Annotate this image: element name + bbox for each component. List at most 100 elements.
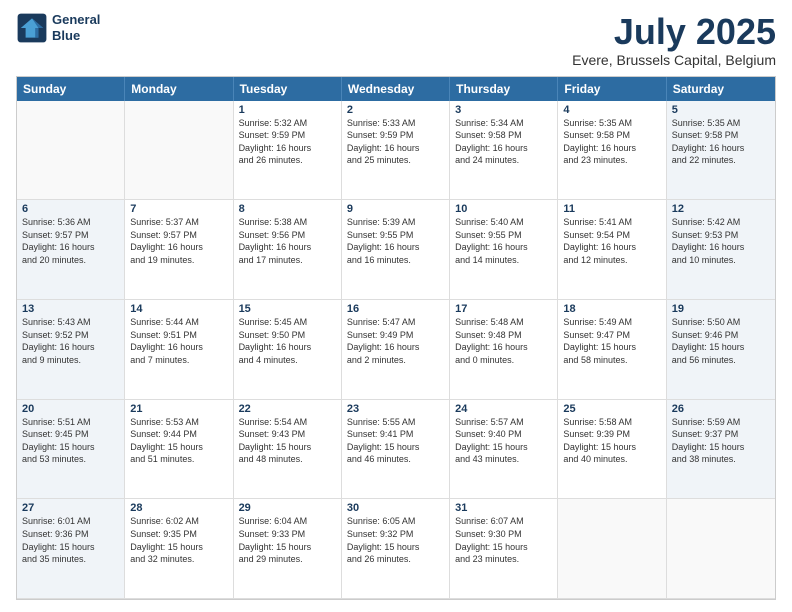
calendar-cell: 28Sunrise: 6:02 AM Sunset: 9:35 PM Dayli… [125,499,233,599]
day-number: 15 [239,303,336,315]
day-number: 2 [347,104,444,116]
cell-info: Sunrise: 5:37 AM Sunset: 9:57 PM Dayligh… [130,216,227,266]
cell-info: Sunrise: 5:34 AM Sunset: 9:58 PM Dayligh… [455,117,552,167]
month-title: July 2025 [572,12,776,52]
cell-info: Sunrise: 5:58 AM Sunset: 9:39 PM Dayligh… [563,416,660,466]
calendar-cell: 4Sunrise: 5:35 AM Sunset: 9:58 PM Daylig… [558,101,666,201]
day-number: 6 [22,203,119,215]
day-number: 18 [563,303,660,315]
day-number: 23 [347,403,444,415]
day-header: Friday [558,77,666,101]
cell-info: Sunrise: 5:50 AM Sunset: 9:46 PM Dayligh… [672,316,770,366]
calendar-cell [558,499,666,599]
calendar-cell: 29Sunrise: 6:04 AM Sunset: 9:33 PM Dayli… [234,499,342,599]
logo-icon [16,12,48,44]
cell-info: Sunrise: 5:49 AM Sunset: 9:47 PM Dayligh… [563,316,660,366]
calendar-cell: 30Sunrise: 6:05 AM Sunset: 9:32 PM Dayli… [342,499,450,599]
calendar-cell: 31Sunrise: 6:07 AM Sunset: 9:30 PM Dayli… [450,499,558,599]
day-header: Sunday [17,77,125,101]
day-number: 5 [672,104,770,116]
cell-info: Sunrise: 5:32 AM Sunset: 9:59 PM Dayligh… [239,117,336,167]
calendar-cell: 9Sunrise: 5:39 AM Sunset: 9:55 PM Daylig… [342,200,450,300]
cell-info: Sunrise: 5:51 AM Sunset: 9:45 PM Dayligh… [22,416,119,466]
cell-info: Sunrise: 5:38 AM Sunset: 9:56 PM Dayligh… [239,216,336,266]
cell-info: Sunrise: 5:36 AM Sunset: 9:57 PM Dayligh… [22,216,119,266]
calendar-cell: 19Sunrise: 5:50 AM Sunset: 9:46 PM Dayli… [667,300,775,400]
calendar-cell [125,101,233,201]
day-number: 8 [239,203,336,215]
calendar-cell: 18Sunrise: 5:49 AM Sunset: 9:47 PM Dayli… [558,300,666,400]
day-number: 31 [455,502,552,514]
day-number: 11 [563,203,660,215]
day-number: 26 [672,403,770,415]
day-number: 30 [347,502,444,514]
day-number: 13 [22,303,119,315]
cell-info: Sunrise: 5:53 AM Sunset: 9:44 PM Dayligh… [130,416,227,466]
day-header: Thursday [450,77,558,101]
day-number: 3 [455,104,552,116]
day-header: Saturday [667,77,775,101]
calendar-cell: 14Sunrise: 5:44 AM Sunset: 9:51 PM Dayli… [125,300,233,400]
calendar-cell: 21Sunrise: 5:53 AM Sunset: 9:44 PM Dayli… [125,400,233,500]
cell-info: Sunrise: 6:04 AM Sunset: 9:33 PM Dayligh… [239,515,336,565]
calendar-cell: 25Sunrise: 5:58 AM Sunset: 9:39 PM Dayli… [558,400,666,500]
calendar-cell [17,101,125,201]
day-number: 16 [347,303,444,315]
day-number: 27 [22,502,119,514]
day-number: 20 [22,403,119,415]
calendar-cell: 5Sunrise: 5:35 AM Sunset: 9:58 PM Daylig… [667,101,775,201]
cell-info: Sunrise: 6:07 AM Sunset: 9:30 PM Dayligh… [455,515,552,565]
calendar-cell: 22Sunrise: 5:54 AM Sunset: 9:43 PM Dayli… [234,400,342,500]
cell-info: Sunrise: 6:05 AM Sunset: 9:32 PM Dayligh… [347,515,444,565]
calendar-cell: 12Sunrise: 5:42 AM Sunset: 9:53 PM Dayli… [667,200,775,300]
cell-info: Sunrise: 5:35 AM Sunset: 9:58 PM Dayligh… [563,117,660,167]
logo: General Blue [16,12,100,44]
cell-info: Sunrise: 5:33 AM Sunset: 9:59 PM Dayligh… [347,117,444,167]
day-number: 28 [130,502,227,514]
cell-info: Sunrise: 5:55 AM Sunset: 9:41 PM Dayligh… [347,416,444,466]
calendar-cell: 26Sunrise: 5:59 AM Sunset: 9:37 PM Dayli… [667,400,775,500]
calendar-cell: 20Sunrise: 5:51 AM Sunset: 9:45 PM Dayli… [17,400,125,500]
calendar-cell: 10Sunrise: 5:40 AM Sunset: 9:55 PM Dayli… [450,200,558,300]
day-header: Wednesday [342,77,450,101]
cell-info: Sunrise: 5:59 AM Sunset: 9:37 PM Dayligh… [672,416,770,466]
calendar-cell: 1Sunrise: 5:32 AM Sunset: 9:59 PM Daylig… [234,101,342,201]
day-number: 1 [239,104,336,116]
calendar-cell: 11Sunrise: 5:41 AM Sunset: 9:54 PM Dayli… [558,200,666,300]
day-number: 29 [239,502,336,514]
day-number: 10 [455,203,552,215]
calendar-cell: 3Sunrise: 5:34 AM Sunset: 9:58 PM Daylig… [450,101,558,201]
calendar-cell: 2Sunrise: 5:33 AM Sunset: 9:59 PM Daylig… [342,101,450,201]
cell-info: Sunrise: 5:41 AM Sunset: 9:54 PM Dayligh… [563,216,660,266]
title-area: July 2025 Evere, Brussels Capital, Belgi… [572,12,776,68]
day-header: Monday [125,77,233,101]
cell-info: Sunrise: 5:40 AM Sunset: 9:55 PM Dayligh… [455,216,552,266]
cell-info: Sunrise: 5:43 AM Sunset: 9:52 PM Dayligh… [22,316,119,366]
calendar-cell: 24Sunrise: 5:57 AM Sunset: 9:40 PM Dayli… [450,400,558,500]
calendar-cell: 13Sunrise: 5:43 AM Sunset: 9:52 PM Dayli… [17,300,125,400]
cell-info: Sunrise: 5:48 AM Sunset: 9:48 PM Dayligh… [455,316,552,366]
day-number: 25 [563,403,660,415]
header: General Blue July 2025 Evere, Brussels C… [16,12,776,68]
calendar-cell: 17Sunrise: 5:48 AM Sunset: 9:48 PM Dayli… [450,300,558,400]
cell-info: Sunrise: 6:01 AM Sunset: 9:36 PM Dayligh… [22,515,119,565]
day-number: 22 [239,403,336,415]
cell-info: Sunrise: 6:02 AM Sunset: 9:35 PM Dayligh… [130,515,227,565]
calendar-cell: 27Sunrise: 6:01 AM Sunset: 9:36 PM Dayli… [17,499,125,599]
day-number: 4 [563,104,660,116]
cell-info: Sunrise: 5:54 AM Sunset: 9:43 PM Dayligh… [239,416,336,466]
calendar-cell: 16Sunrise: 5:47 AM Sunset: 9:49 PM Dayli… [342,300,450,400]
logo-text: General Blue [52,12,100,43]
day-number: 14 [130,303,227,315]
calendar-cell: 15Sunrise: 5:45 AM Sunset: 9:50 PM Dayli… [234,300,342,400]
day-number: 17 [455,303,552,315]
calendar-cell: 7Sunrise: 5:37 AM Sunset: 9:57 PM Daylig… [125,200,233,300]
day-headers: SundayMondayTuesdayWednesdayThursdayFrid… [17,77,775,101]
day-number: 9 [347,203,444,215]
cell-info: Sunrise: 5:39 AM Sunset: 9:55 PM Dayligh… [347,216,444,266]
calendar-cell [667,499,775,599]
day-number: 19 [672,303,770,315]
calendar: SundayMondayTuesdayWednesdayThursdayFrid… [16,76,776,600]
calendar-cell: 8Sunrise: 5:38 AM Sunset: 9:56 PM Daylig… [234,200,342,300]
cell-info: Sunrise: 5:42 AM Sunset: 9:53 PM Dayligh… [672,216,770,266]
